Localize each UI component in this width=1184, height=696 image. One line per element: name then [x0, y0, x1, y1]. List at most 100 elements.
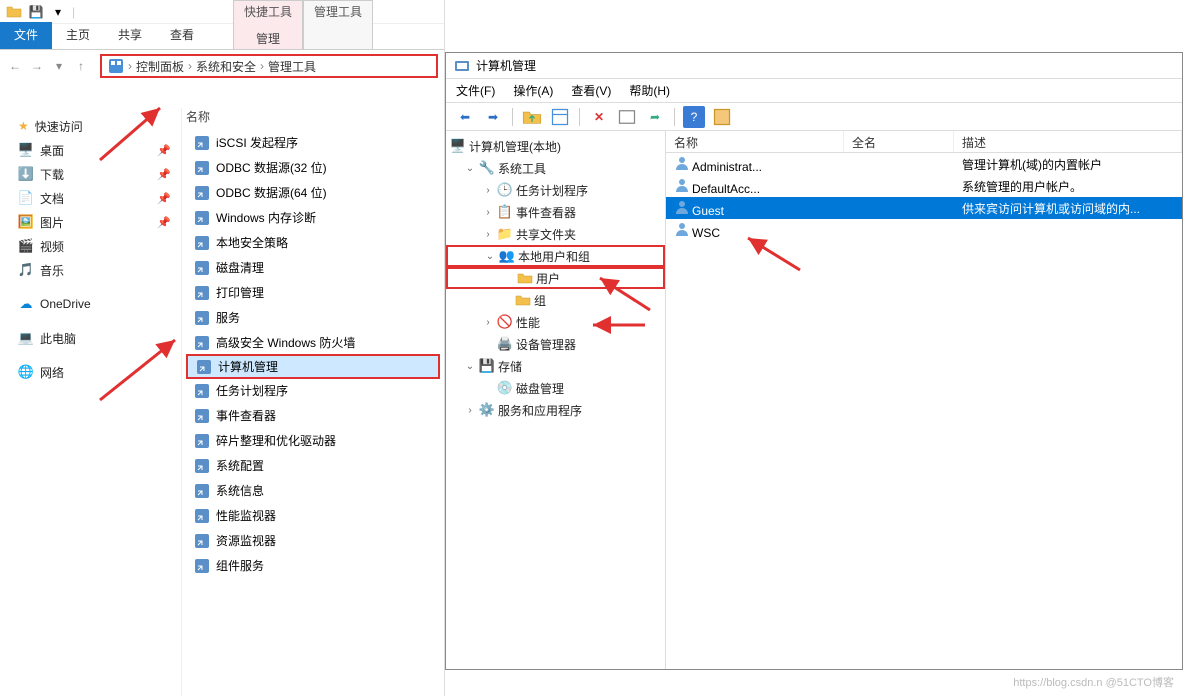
tree-storage[interactable]: ⌄💾存储	[446, 355, 665, 377]
console-tree[interactable]: 🖥️计算机管理(本地) ⌄🔧系统工具 ›🕒任务计划程序 ›📋事件查看器 ›📁共享…	[446, 131, 666, 669]
file-item[interactable]: 磁盘清理	[186, 255, 440, 280]
tab-quicktools-manage[interactable]: 管理	[244, 20, 292, 47]
recent-dropdown[interactable]: ▾	[50, 57, 68, 75]
col-description[interactable]: 描述	[954, 131, 1182, 152]
save-icon[interactable]: 💾	[28, 4, 44, 20]
back-button[interactable]: ←	[6, 57, 24, 75]
file-item[interactable]: 系统配置	[186, 453, 440, 478]
tree-task-scheduler[interactable]: ›🕒任务计划程序	[446, 179, 665, 201]
nav-this-pc[interactable]: 💻此电脑	[0, 326, 181, 350]
up-button[interactable]: ↑	[72, 57, 90, 75]
tab-home[interactable]: 主页	[52, 22, 104, 49]
user-row[interactable]: DefaultAcc...系统管理的用户帐户。	[666, 175, 1182, 197]
tree-system-tools[interactable]: ⌄🔧系统工具	[446, 157, 665, 179]
collapse-icon[interactable]: ⌄	[464, 163, 476, 174]
tree-performance[interactable]: ›🚫性能	[446, 311, 665, 333]
expand-icon[interactable]: ›	[464, 405, 476, 416]
menu-help[interactable]: 帮助(H)	[629, 82, 670, 99]
expand-icon[interactable]: ›	[482, 317, 494, 328]
file-item[interactable]: 任务计划程序	[186, 378, 440, 403]
forward-button[interactable]: →	[28, 57, 46, 75]
col-fullname[interactable]: 全名	[844, 131, 954, 152]
help-icon[interactable]: ?	[683, 106, 705, 128]
collapse-icon[interactable]: ⌄	[484, 251, 496, 262]
nav-desktop[interactable]: 🖥️桌面📌	[0, 138, 181, 162]
nav-documents[interactable]: 📄文档📌	[0, 186, 181, 210]
refresh-icon[interactable]	[711, 106, 733, 128]
file-name: iSCSI 发起程序	[216, 134, 298, 151]
tree-device-manager[interactable]: 🖨️设备管理器	[446, 333, 665, 355]
tree-users[interactable]: 用户	[446, 267, 665, 289]
back-button[interactable]: ⬅	[454, 106, 476, 128]
file-item[interactable]: 本地安全策略	[186, 230, 440, 255]
tree-services-apps[interactable]: ›⚙️服务和应用程序	[446, 399, 665, 421]
file-item[interactable]: 打印管理	[186, 280, 440, 305]
file-item[interactable]: 性能监视器	[186, 503, 440, 528]
expand-icon[interactable]: ›	[482, 185, 494, 196]
properties-icon[interactable]	[549, 106, 571, 128]
crumb-admin-tools[interactable]: 管理工具	[268, 58, 316, 75]
file-item[interactable]: Windows 内存诊断	[186, 205, 440, 230]
nav-music[interactable]: 🎵音乐	[0, 258, 181, 282]
dropdown-icon[interactable]: ▾	[50, 4, 66, 20]
collapse-icon[interactable]: ⌄	[464, 361, 476, 372]
forward-button[interactable]: ➡	[482, 106, 504, 128]
user-row[interactable]: Administrat...管理计算机(域)的内置帐户	[666, 153, 1182, 175]
file-item[interactable]: iSCSI 发起程序	[186, 130, 440, 155]
nav-videos[interactable]: 🎬视频	[0, 234, 181, 258]
tree-local-users-groups[interactable]: ⌄👥本地用户和组	[446, 245, 665, 267]
user-name: WSC	[692, 226, 720, 240]
nav-onedrive[interactable]: ☁OneDrive	[0, 292, 181, 316]
clock-icon: 🕒	[497, 182, 513, 198]
user-list[interactable]: Administrat...管理计算机(域)的内置帐户DefaultAcc...…	[666, 153, 1182, 241]
tree-disk-mgmt[interactable]: 💿磁盘管理	[446, 377, 665, 399]
tab-share[interactable]: 共享	[104, 22, 156, 49]
nav-pictures[interactable]: 🖼️图片📌	[0, 210, 181, 234]
export-icon[interactable]: ➦	[644, 106, 666, 128]
expand-icon[interactable]: ›	[482, 207, 494, 218]
console-icon[interactable]	[616, 106, 638, 128]
file-item[interactable]: 碎片整理和优化驱动器	[186, 428, 440, 453]
file-item[interactable]: 组件服务	[186, 553, 440, 578]
file-item[interactable]: 资源监视器	[186, 528, 440, 553]
user-row[interactable]: Guest供来宾访问计算机或访问域的内...	[666, 197, 1182, 219]
tree-event-viewer[interactable]: ›📋事件查看器	[446, 201, 665, 223]
tab-file[interactable]: 文件	[0, 22, 52, 49]
up-folder-icon[interactable]	[521, 106, 543, 128]
tree-shared-folders[interactable]: ›📁共享文件夹	[446, 223, 665, 245]
column-header-name[interactable]: 名称	[186, 108, 210, 125]
breadcrumb[interactable]: › 控制面板 › 系统和安全 › 管理工具	[100, 54, 438, 78]
user-row[interactable]: WSC	[666, 219, 1182, 241]
col-name[interactable]: 名称	[666, 131, 844, 152]
tree-label: 存储	[498, 358, 522, 375]
file-item[interactable]: 计算机管理	[186, 354, 440, 379]
shortcut-icon	[194, 235, 210, 251]
nav-downloads[interactable]: ⬇️下载📌	[0, 162, 181, 186]
file-item[interactable]: 系统信息	[186, 478, 440, 503]
expand-icon[interactable]: ›	[482, 229, 494, 240]
control-panel-icon	[108, 58, 124, 74]
nav-network[interactable]: 🌐网络	[0, 360, 181, 384]
crumb-system-security[interactable]: 系统和安全	[196, 58, 256, 75]
menu-action[interactable]: 操作(A)	[513, 82, 553, 99]
tree-root[interactable]: 🖥️计算机管理(本地)	[446, 135, 665, 157]
file-item[interactable]: ODBC 数据源(64 位)	[186, 180, 440, 205]
menu-file[interactable]: 文件(F)	[456, 82, 495, 99]
shortcut-icon	[194, 508, 210, 524]
file-list[interactable]: iSCSI 发起程序 ODBC 数据源(32 位)ODBC 数据源(64 位)Wi…	[186, 130, 440, 696]
file-item[interactable]: 服务	[186, 305, 440, 330]
crumb-control-panel[interactable]: 控制面板	[136, 58, 184, 75]
file-item[interactable]: ODBC 数据源(32 位)	[186, 155, 440, 180]
user-icon	[674, 177, 690, 193]
menu-view[interactable]: 查看(V)	[571, 82, 611, 99]
file-item[interactable]: 事件查看器	[186, 403, 440, 428]
file-item[interactable]: 高级安全 Windows 防火墙	[186, 330, 440, 355]
delete-icon[interactable]: ✕	[588, 106, 610, 128]
tab-view[interactable]: 查看	[156, 22, 208, 49]
nav-quick-access[interactable]: ★ 快速访问	[0, 114, 181, 138]
file-name: 资源监视器	[216, 532, 276, 549]
tree-groups[interactable]: 组	[446, 289, 665, 311]
window-titlebar[interactable]: 计算机管理	[446, 53, 1182, 79]
tab-group-mgmt[interactable]: 管理工具	[303, 0, 373, 50]
tab-group-quicktools[interactable]: 快捷工具 管理	[233, 0, 303, 50]
